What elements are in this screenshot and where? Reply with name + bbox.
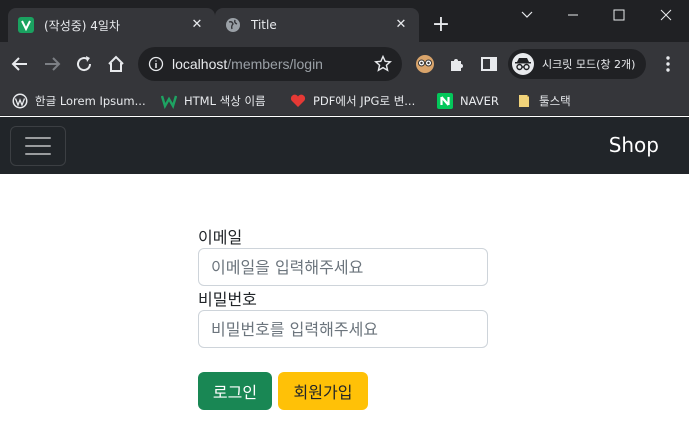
- v-logo-icon: [18, 17, 34, 33]
- bookmark-item[interactable]: NAVER: [437, 92, 499, 110]
- wordpress-icon: [12, 93, 28, 109]
- browser-tab-active[interactable]: Title ✕: [215, 8, 419, 42]
- maximize-icon[interactable]: [596, 0, 642, 30]
- more-menu-icon[interactable]: [656, 52, 680, 76]
- naver-icon: [437, 93, 453, 109]
- hamburger-icon: [25, 136, 51, 156]
- bookmark-item[interactable]: PDF에서 JPG로 변...: [290, 92, 415, 110]
- email-field[interactable]: [198, 248, 488, 286]
- bookmarks-bar: 한글 Lorem Ipsum... HTML 색상 이름 PDF에서 JPG로 …: [0, 86, 689, 116]
- site-navbar: Shop: [0, 117, 689, 174]
- forward-arrow-icon[interactable]: [40, 52, 64, 76]
- back-arrow-icon[interactable]: [8, 52, 32, 76]
- browser-tab-strip: (작성중) 4일차 ✕ Title ✕ +: [0, 0, 689, 42]
- bookmark-item[interactable]: 툴스택: [516, 92, 571, 110]
- bookmark-star-icon[interactable]: [374, 54, 392, 73]
- password-field[interactable]: [198, 310, 488, 348]
- extensions-puzzle-icon[interactable]: [445, 52, 469, 76]
- new-tab-button[interactable]: +: [430, 14, 452, 36]
- reload-icon[interactable]: [72, 52, 96, 76]
- login-button[interactable]: 로그인: [198, 372, 272, 410]
- brand-link[interactable]: Shop: [609, 133, 659, 157]
- minimize-icon[interactable]: [550, 0, 596, 30]
- site-info-icon[interactable]: [148, 56, 164, 72]
- menu-toggle-button[interactable]: [10, 126, 66, 166]
- tab-title: (작성중) 4일차: [44, 18, 121, 33]
- folder-icon: [516, 93, 532, 109]
- w-logo-icon: [161, 93, 177, 109]
- globe-icon: [225, 17, 241, 33]
- signup-button[interactable]: 회원가입: [278, 372, 368, 410]
- password-label: 비밀번호: [198, 290, 257, 309]
- incognito-label: 시크릿 모드(창 2개): [542, 58, 636, 71]
- incognito-badge[interactable]: 시크릿 모드(창 2개): [508, 49, 646, 79]
- close-window-icon[interactable]: [643, 0, 689, 30]
- tab-search-icon[interactable]: [504, 0, 550, 30]
- bookmark-item[interactable]: 한글 Lorem Ipsum...: [12, 92, 146, 110]
- incognito-icon: [512, 53, 534, 75]
- side-panel-icon[interactable]: [477, 52, 501, 76]
- close-tab-icon[interactable]: ✕: [393, 17, 409, 33]
- extension-avatar-icon[interactable]: [413, 52, 437, 76]
- home-icon[interactable]: [104, 52, 128, 76]
- browser-tab[interactable]: (작성중) 4일차 ✕: [8, 8, 215, 42]
- bookmark-item[interactable]: HTML 색상 이름: [161, 92, 266, 110]
- address-bar[interactable]: localhost/members/login: [138, 47, 402, 81]
- close-tab-icon[interactable]: ✕: [189, 17, 205, 33]
- tab-title: Title: [251, 18, 277, 32]
- browser-toolbar: localhost/members/login 시크릿 모드(창 2개): [0, 42, 689, 86]
- email-label: 이메일: [198, 228, 243, 247]
- heart-icon: [290, 93, 306, 109]
- url-text: localhost/members/login: [172, 56, 323, 72]
